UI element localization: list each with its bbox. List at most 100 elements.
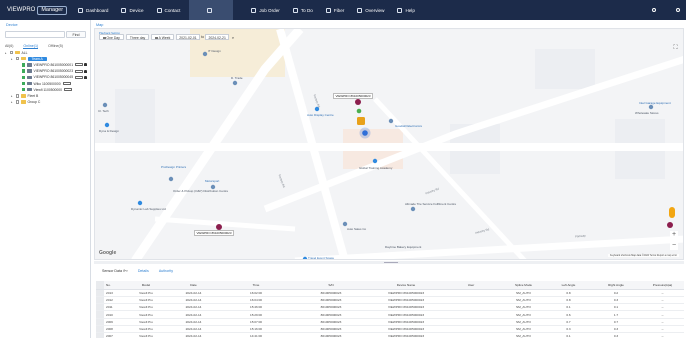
table-row[interactable]: 2010 Viewfi Pro 2024-02-14 15:29:00 86100500… bbox=[96, 310, 684, 319]
tab-details[interactable]: Details bbox=[138, 269, 149, 273]
expand-icon[interactable]: ▸ bbox=[5, 51, 8, 55]
row-selector[interactable] bbox=[96, 325, 104, 334]
column-header[interactable]: Device Name bbox=[371, 281, 441, 290]
search-icon[interactable]: ⌕ bbox=[232, 35, 234, 40]
column-header[interactable]: User bbox=[441, 281, 501, 290]
row-selector[interactable] bbox=[96, 303, 104, 312]
nav-item-contact[interactable]: Contact bbox=[156, 0, 180, 20]
driver-icon[interactable] bbox=[356, 108, 362, 114]
table-row[interactable]: 2007 Viewfi Pro 2024-02-14 14:41:00 86100500… bbox=[96, 332, 684, 338]
place-pin[interactable] bbox=[104, 122, 110, 128]
vehicle-car-icon[interactable] bbox=[357, 117, 365, 125]
column-header[interactable]: Splice Mode bbox=[501, 281, 546, 290]
fullscreen-icon[interactable]: ⛶ bbox=[672, 45, 679, 52]
tree-checkbox[interactable] bbox=[15, 94, 19, 98]
expand-icon[interactable]: ▸ bbox=[11, 57, 14, 61]
place-pin[interactable] bbox=[232, 80, 238, 86]
row-selector[interactable] bbox=[96, 296, 104, 305]
tree-checkbox[interactable] bbox=[15, 56, 19, 61]
tree-node[interactable]: Wiko 1100500000 bbox=[17, 81, 71, 86]
place-pin[interactable] bbox=[388, 118, 394, 124]
table-row[interactable]: 2013 Viewfi Pro 2024-02-14 16:02:00 86100500… bbox=[96, 289, 684, 297]
column-header[interactable]: No. bbox=[104, 281, 126, 290]
place-pin[interactable] bbox=[137, 200, 143, 206]
logout-button[interactable] bbox=[676, 8, 682, 12]
map-place-label[interactable]: Dyna & Design bbox=[99, 129, 119, 133]
tree-checkbox[interactable] bbox=[9, 50, 13, 55]
tree-node[interactable]: ▸ Group C bbox=[11, 100, 40, 105]
map-attribution[interactable]: Keyboard shortcuts Map data ©2024 Terms … bbox=[608, 254, 679, 257]
nav-item-job-order[interactable]: Job Order bbox=[251, 0, 280, 20]
column-header[interactable]: S/N bbox=[291, 281, 371, 290]
map-place-label[interactable]: Daytime Bakery Equipment bbox=[385, 245, 421, 249]
table-row[interactable]: 2012 Viewfi Pro 2024-02-14 16:04:00 86100500… bbox=[96, 296, 684, 305]
column-header[interactable]: Right Angle bbox=[591, 281, 641, 290]
map-place-label[interactable]: Dynamic Lab Supplies Ltd bbox=[131, 207, 166, 211]
place-pin[interactable] bbox=[410, 206, 416, 212]
nav-item-fiber[interactable]: Fiber bbox=[325, 0, 344, 20]
column-header[interactable]: Pressure(kpa) bbox=[641, 281, 684, 290]
street-view-pegman-icon[interactable] bbox=[669, 207, 675, 218]
tree-checkbox[interactable] bbox=[15, 100, 19, 104]
zoom-out-button[interactable]: − bbox=[670, 242, 678, 250]
nav-item-device[interactable]: Device bbox=[121, 0, 144, 20]
map-place-label[interactable]: Wholesale Stores bbox=[635, 111, 659, 115]
row-selector[interactable] bbox=[96, 289, 104, 297]
week-button[interactable]: A Week bbox=[151, 34, 175, 40]
nav-item-to-do[interactable]: To Do bbox=[292, 0, 313, 20]
map-place-label[interactable]: Travel Event Space bbox=[308, 256, 334, 259]
column-header[interactable]: Date bbox=[166, 281, 221, 290]
map-view[interactable]: Playback Setting One Day Three day A Wee… bbox=[94, 28, 684, 260]
map-place-label[interactable]: Global Training Academy bbox=[359, 166, 392, 170]
nav-item-help[interactable]: Help bbox=[397, 0, 415, 20]
map-place-label[interactable]: Auto Sales Co bbox=[347, 227, 366, 231]
vehicle-label[interactable]: VIEWPRO 861005000023 bbox=[333, 93, 374, 99]
date-to-input[interactable]: 2024-02-21 bbox=[205, 34, 229, 40]
one-day-button[interactable]: One Day bbox=[99, 34, 124, 40]
place-pin[interactable] bbox=[372, 158, 378, 164]
column-header[interactable]: Model bbox=[126, 281, 166, 290]
place-pin[interactable] bbox=[202, 51, 208, 57]
column-header[interactable]: Left Angle bbox=[546, 281, 591, 290]
zoom-in-button[interactable]: + bbox=[670, 231, 678, 239]
tab-offline[interactable]: Offline(5) bbox=[48, 44, 63, 49]
map-place-label[interactable]: Goodwill Electronics bbox=[395, 124, 422, 128]
table-row[interactable]: 2011 Viewfi Pro 2024-02-14 15:46:00 86100500… bbox=[96, 303, 684, 312]
nav-item-map[interactable] bbox=[189, 0, 234, 20]
place-pin[interactable] bbox=[342, 221, 348, 227]
expand-icon[interactable]: ▸ bbox=[11, 94, 14, 98]
panel-resize-handle[interactable] bbox=[94, 261, 684, 264]
tab-all[interactable]: All(6) bbox=[5, 44, 13, 49]
place-pin[interactable] bbox=[648, 104, 654, 110]
tree-node[interactable]: VIEWPRO 861005000023 bbox=[17, 69, 87, 74]
app-logo[interactable]: VIEWPRO Manager bbox=[7, 5, 68, 15]
tree-node[interactable]: ▸ ALL bbox=[5, 50, 28, 55]
row-selector[interactable] bbox=[96, 318, 104, 327]
place-pin[interactable] bbox=[168, 176, 174, 182]
row-selector[interactable] bbox=[96, 332, 104, 338]
date-from-input[interactable]: 2021-02-01 bbox=[176, 34, 200, 40]
vehicle-marker[interactable] bbox=[355, 99, 361, 105]
tree-checkbox[interactable] bbox=[21, 69, 25, 73]
tree-checkbox[interactable] bbox=[21, 81, 25, 86]
find-button[interactable]: Find bbox=[66, 31, 86, 38]
tab-authority[interactable]: Authority bbox=[159, 269, 173, 273]
map-place-label[interactable]: ProDesign Printers bbox=[161, 165, 186, 169]
map-place-label[interactable]: D. Trade bbox=[231, 76, 243, 80]
tree-checkbox[interactable] bbox=[21, 87, 25, 92]
place-pin[interactable] bbox=[102, 102, 108, 108]
vehicle-label[interactable]: VIEWPRO 861005000023 bbox=[194, 230, 235, 236]
nav-item-overview[interactable]: Overview bbox=[357, 0, 384, 20]
tree-node[interactable]: VIEWPRO 861005000001 bbox=[17, 62, 87, 67]
tree-checkbox[interactable] bbox=[21, 63, 25, 67]
map-place-label[interactable]: Allmade Tire Service Fulfilment Centre bbox=[405, 202, 456, 206]
map-place-label[interactable]: Auto Display Centre bbox=[307, 113, 334, 117]
map-place-label[interactable]: IT Design bbox=[208, 49, 221, 53]
map-place-label[interactable]: Intel Garage Equipment bbox=[639, 101, 671, 105]
tree-node[interactable]: ▸ Team A bbox=[11, 56, 47, 61]
tree-node[interactable]: VIEWPRO 861005000045 bbox=[17, 75, 87, 80]
column-header[interactable]: Time bbox=[221, 281, 291, 290]
tree-node[interactable]: ▸ Fleet B bbox=[11, 93, 38, 98]
tree-node[interactable]: Viewfi 1100500000 bbox=[17, 87, 73, 92]
map-place-label[interactable]: Order & Pickup (O&P) Distribution Centre bbox=[173, 189, 228, 193]
